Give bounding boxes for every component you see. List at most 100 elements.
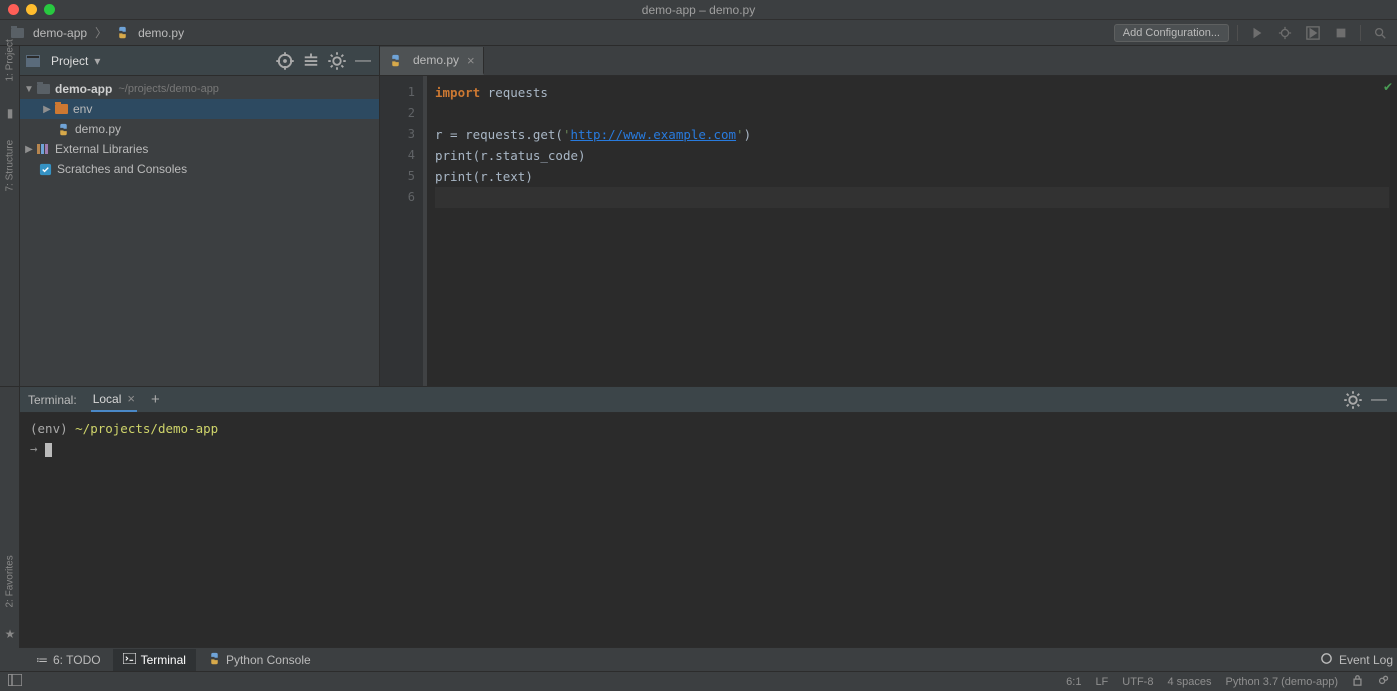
minimize-window-button[interactable] (26, 4, 37, 15)
folder-icon (10, 27, 24, 39)
collapse-all-icon[interactable] (301, 51, 321, 71)
tree-root[interactable]: ▼ demo-app ~/projects/demo-app (20, 79, 379, 99)
prompt-arrow: → (30, 441, 38, 456)
hide-terminal-icon[interactable]: — (1369, 390, 1389, 410)
project-tool-tab[interactable]: 1: Project (5, 62, 16, 82)
line-number: 6 (380, 187, 415, 208)
tool-windows-quick-access-icon[interactable] (8, 674, 22, 689)
event-log-button[interactable]: Event Log (1339, 653, 1393, 667)
python-console-tab-label: Python Console (226, 653, 311, 667)
close-tab-icon[interactable]: × (467, 53, 475, 68)
add-configuration-button[interactable]: Add Configuration... (1114, 24, 1229, 42)
code-line[interactable]: import requests (435, 82, 1389, 103)
python-console-tab[interactable]: Python Console (198, 649, 321, 671)
code-line[interactable]: print(r.text) (435, 166, 1389, 187)
line-number: 3 (380, 124, 415, 145)
todo-tab[interactable]: ≔ 6: TODO (26, 649, 111, 671)
breadcrumb-file[interactable]: demo.py (111, 24, 188, 42)
run-toolbar: Add Configuration... (1114, 22, 1391, 44)
source-code[interactable]: import requests r = requests.get('http:/… (424, 76, 1397, 386)
file-encoding[interactable]: UTF-8 (1122, 676, 1153, 688)
inspector-icon[interactable] (1377, 674, 1389, 689)
tree-env-folder[interactable]: ▶ env (20, 99, 379, 119)
python-file-icon (388, 54, 402, 66)
line-number: 4 (380, 145, 415, 166)
terminal-output[interactable]: (env) ~/projects/demo-app → (20, 413, 1397, 647)
tree-root-path: ~/projects/demo-app (118, 83, 219, 95)
library-icon (36, 143, 50, 155)
line-number: 2 (380, 103, 415, 124)
stop-icon[interactable] (1330, 22, 1352, 44)
code-line[interactable] (435, 103, 1389, 124)
terminal-title: Terminal: (28, 393, 77, 407)
project-panel-title: Project (51, 54, 88, 68)
tree-scratches[interactable]: Scratches and Consoles (20, 159, 379, 179)
locate-icon[interactable] (275, 51, 295, 71)
hide-panel-icon[interactable]: — (353, 51, 373, 71)
editor-area: demo.py × 1 2 3 4 5 6 import requests r … (380, 46, 1397, 386)
close-window-button[interactable] (8, 4, 19, 15)
maximize-window-button[interactable] (44, 4, 55, 15)
code-text: (r.status_code) (473, 148, 586, 163)
star-icon: ★ (0, 627, 20, 641)
python-file-icon (56, 123, 70, 135)
new-terminal-tab-icon[interactable]: + (151, 391, 160, 408)
tree-scratches-label: Scratches and Consoles (57, 162, 187, 176)
line-number-gutter: 1 2 3 4 5 6 (380, 76, 424, 386)
breadcrumb-project[interactable]: demo-app (6, 24, 91, 42)
bottom-tool-tabs: ≔ 6: TODO Terminal Python Console Event … (0, 647, 1397, 671)
line-ending[interactable]: LF (1095, 676, 1108, 688)
code-text: (r.text) (473, 169, 533, 184)
inspection-ok-icon[interactable]: ✔ (1383, 80, 1393, 94)
terminal-tab-label: Local (93, 392, 122, 406)
chevron-right-icon[interactable]: ▶ (24, 144, 34, 155)
identifier: requests (488, 85, 548, 100)
terminal-tab-local[interactable]: Local × (91, 387, 137, 412)
tree-external-libs[interactable]: ▶ External Libraries (20, 139, 379, 159)
tree-external-label: External Libraries (55, 142, 148, 156)
favorites-tool-tab[interactable]: 2: Favorites (5, 588, 16, 608)
python-file-icon (115, 27, 129, 39)
builtin: print (435, 148, 473, 163)
code-text: r = requests.get( (435, 127, 563, 142)
left-tool-rail: 1: Project ▮ 7: Structure (0, 46, 20, 386)
search-everywhere-icon[interactable] (1369, 22, 1391, 44)
breadcrumb-project-label: demo-app (33, 26, 87, 40)
project-view-icon (26, 55, 40, 67)
gear-icon[interactable] (1343, 390, 1363, 410)
terminal-tool-window: 2: Favorites ★ Terminal: Local × + — (en… (0, 386, 1397, 647)
window-controls (0, 4, 55, 15)
breadcrumb-file-label: demo.py (138, 26, 184, 40)
caret-position[interactable]: 6:1 (1066, 676, 1081, 688)
builtin: print (435, 169, 473, 184)
folder-icon: ▮ (0, 106, 20, 120)
chevron-down-icon[interactable]: ▼ (24, 84, 34, 95)
editor-body[interactable]: 1 2 3 4 5 6 import requests r = requests… (380, 76, 1397, 386)
close-terminal-tab-icon[interactable]: × (127, 391, 135, 406)
url-link[interactable]: http://www.example.com (570, 127, 736, 142)
run-icon[interactable] (1246, 22, 1268, 44)
coverage-icon[interactable] (1302, 22, 1324, 44)
python-icon (208, 652, 221, 668)
debug-icon[interactable] (1274, 22, 1296, 44)
project-tree[interactable]: ▼ demo-app ~/projects/demo-app ▶ env dem… (20, 76, 379, 386)
indent-setting[interactable]: 4 spaces (1167, 676, 1211, 688)
todo-tab-label: 6: TODO (53, 653, 101, 667)
project-tool-window: Project ▾ — ▼ demo-app ~/projects/demo-a… (20, 46, 380, 386)
code-line[interactable]: r = requests.get('http://www.example.com… (435, 124, 1389, 145)
lock-icon[interactable] (1352, 674, 1363, 689)
code-line[interactable]: print(r.status_code) (435, 145, 1389, 166)
terminal-line: → (30, 439, 1387, 459)
editor-tab-demo[interactable]: demo.py × (380, 47, 484, 75)
tree-demo-file[interactable]: demo.py (20, 119, 379, 139)
window-title: demo-app – demo.py (0, 3, 1397, 17)
chevron-down-icon[interactable]: ▾ (94, 54, 100, 68)
left-tool-rail-lower: 2: Favorites ★ (0, 387, 20, 648)
separator (1237, 25, 1238, 41)
list-icon: ≔ (36, 653, 48, 667)
structure-tool-tab[interactable]: 7: Structure (5, 172, 16, 192)
gear-icon[interactable] (327, 51, 347, 71)
chevron-right-icon[interactable]: ▶ (42, 104, 52, 115)
python-interpreter[interactable]: Python 3.7 (demo-app) (1225, 676, 1338, 688)
terminal-tab[interactable]: Terminal (113, 649, 196, 671)
